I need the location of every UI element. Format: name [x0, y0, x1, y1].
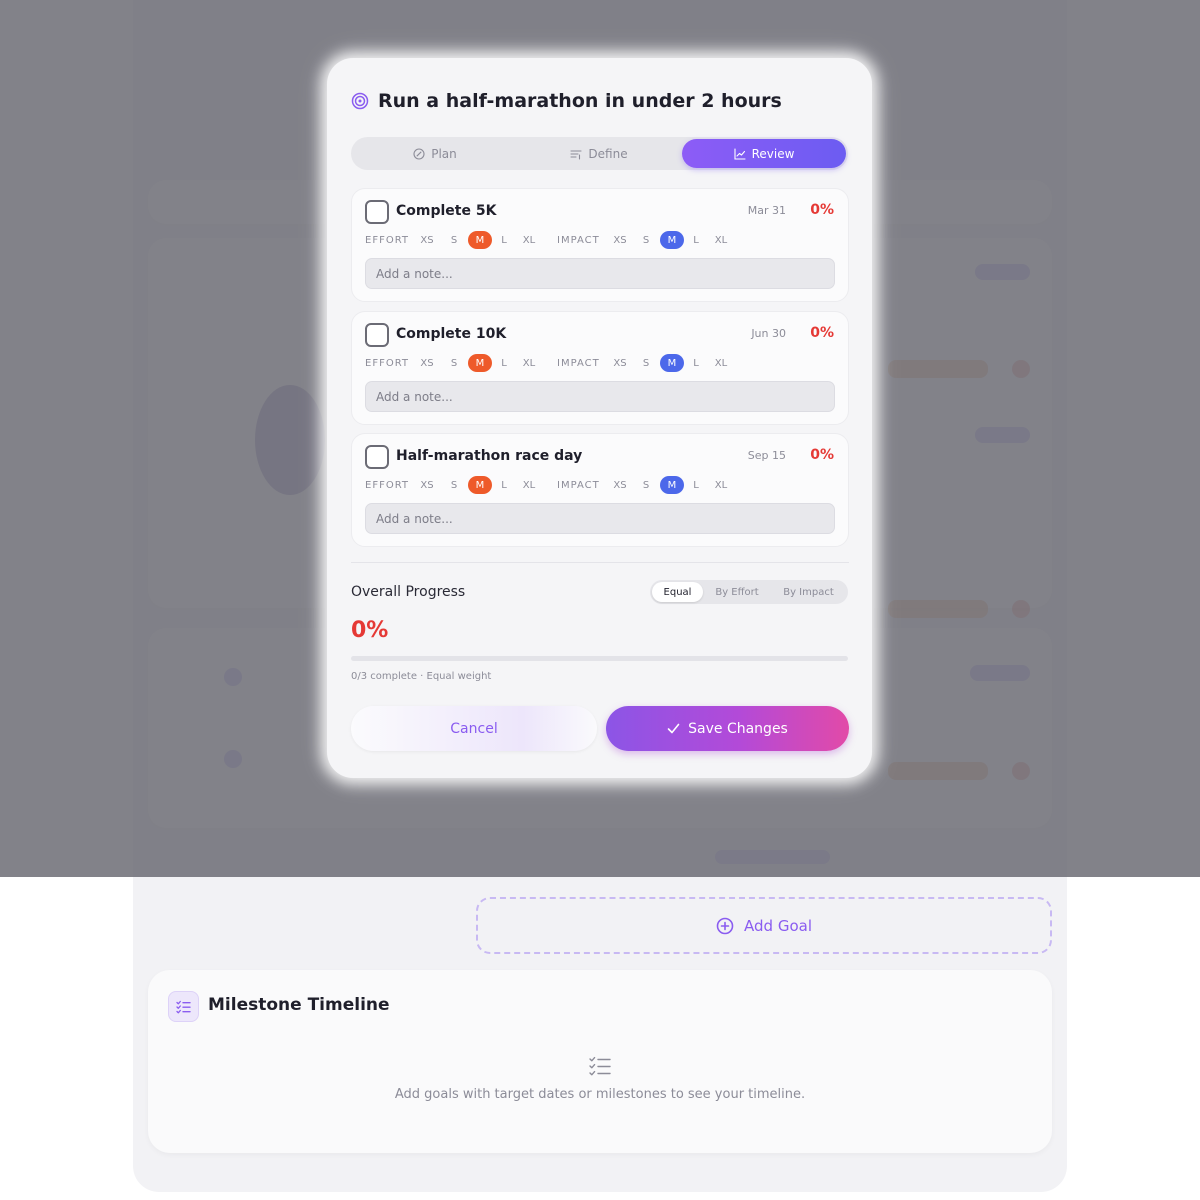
impact-option-xs[interactable]: XS — [608, 354, 632, 372]
goal-card: Complete 10K Jun 30 0% EFFORT XS S M L X… — [351, 311, 849, 425]
timeline-title: Milestone Timeline — [208, 995, 390, 1015]
overall-progress-value: 0% — [351, 618, 389, 643]
weight-mode-toggle: Equal By Effort By Impact — [650, 580, 848, 604]
tab-plan[interactable]: Plan — [353, 139, 517, 168]
weight-mode-equal[interactable]: Equal — [652, 582, 703, 602]
size-row: EFFORT XS S M L XL IMPACT XS S M L XL — [365, 231, 835, 249]
goal-review-modal: Run a half-marathon in under 2 hours Pla… — [327, 58, 872, 778]
goal-card: Complete 5K Mar 31 0% EFFORT XS S M L XL… — [351, 188, 849, 302]
goal-percent: 0% — [810, 202, 834, 218]
size-row: EFFORT XS S M L XL IMPACT XS S M L XL — [365, 354, 835, 372]
add-goal-label: Add Goal — [744, 916, 812, 935]
effort-option-m[interactable]: M — [468, 231, 492, 249]
plus-circle-icon — [716, 917, 734, 934]
goal-date: Sep 15 — [747, 449, 786, 462]
progress-bar — [351, 656, 848, 661]
effort-option-s[interactable]: S — [442, 231, 466, 249]
add-goal-button[interactable]: Add Goal — [476, 897, 1052, 954]
overall-progress-label: Overall Progress — [351, 584, 466, 600]
weight-mode-by-effort[interactable]: By Effort — [705, 582, 769, 602]
effort-label: EFFORT — [365, 358, 410, 369]
goal-checkbox[interactable] — [365, 323, 389, 347]
effort-option-xl[interactable]: XL — [517, 476, 541, 494]
impact-option-xl[interactable]: XL — [709, 354, 733, 372]
goal-checkbox[interactable] — [365, 200, 389, 224]
impact-option-m[interactable]: M — [660, 476, 684, 494]
checklist-empty-icon — [589, 1056, 611, 1076]
impact-option-s[interactable]: S — [634, 476, 658, 494]
effort-option-xl[interactable]: XL — [517, 231, 541, 249]
effort-label: EFFORT — [365, 235, 410, 246]
impact-option-s[interactable]: S — [634, 354, 658, 372]
goal-date: Mar 31 — [747, 204, 786, 217]
save-changes-label: Save Changes — [688, 720, 788, 737]
impact-option-xs[interactable]: XS — [608, 476, 632, 494]
impact-option-m[interactable]: M — [660, 354, 684, 372]
size-row: EFFORT XS S M L XL IMPACT XS S M L XL — [365, 476, 835, 494]
impact-label: IMPACT — [557, 358, 600, 369]
impact-option-l[interactable]: L — [684, 231, 708, 249]
effort-option-l[interactable]: L — [492, 354, 516, 372]
goal-note-input[interactable] — [365, 503, 835, 534]
goal-name: Complete 5K — [396, 203, 497, 219]
effort-label: EFFORT — [365, 480, 410, 491]
impact-label: IMPACT — [557, 235, 600, 246]
tab-review[interactable]: Review — [682, 139, 846, 168]
impact-option-xs[interactable]: XS — [608, 231, 632, 249]
effort-option-l[interactable]: L — [492, 476, 516, 494]
checklist-icon — [168, 991, 199, 1022]
tab-define[interactable]: Define — [517, 139, 681, 168]
list-filter-icon — [570, 149, 582, 160]
tab-plan-label: Plan — [431, 146, 457, 161]
cancel-button[interactable]: Cancel — [351, 706, 597, 751]
effort-option-s[interactable]: S — [442, 354, 466, 372]
impact-option-l[interactable]: L — [684, 354, 708, 372]
goal-name: Half-marathon race day — [396, 448, 583, 464]
weight-mode-by-impact[interactable]: By Impact — [771, 582, 846, 602]
impact-option-m[interactable]: M — [660, 231, 684, 249]
effort-option-xl[interactable]: XL — [517, 354, 541, 372]
goal-card: Half-marathon race day Sep 15 0% EFFORT … — [351, 433, 849, 547]
divider — [351, 562, 849, 563]
goal-note-input[interactable] — [365, 381, 835, 412]
effort-option-m[interactable]: M — [468, 354, 492, 372]
effort-option-m[interactable]: M — [468, 476, 492, 494]
tab-review-label: Review — [751, 146, 795, 161]
modal-title: Run a half-marathon in under 2 hours — [378, 90, 782, 112]
save-changes-button[interactable]: Save Changes — [606, 706, 849, 751]
effort-option-xs[interactable]: XS — [415, 231, 439, 249]
milestone-timeline-card: Milestone Timeline Add goals with target… — [148, 970, 1052, 1153]
effort-option-s[interactable]: S — [442, 476, 466, 494]
mode-tabs: Plan Define Review — [351, 137, 848, 170]
effort-option-xs[interactable]: XS — [415, 476, 439, 494]
goal-date: Jun 30 — [751, 327, 786, 340]
timeline-empty-message: Add goals with target dates or milestone… — [394, 1087, 806, 1102]
chart-line-icon — [734, 147, 746, 160]
progress-summary: 0/3 complete · Equal weight — [351, 671, 492, 682]
goal-name: Complete 10K — [396, 326, 507, 342]
impact-option-xl[interactable]: XL — [709, 476, 733, 494]
compass-icon — [413, 147, 425, 160]
goal-percent: 0% — [810, 447, 834, 463]
effort-option-xs[interactable]: XS — [415, 354, 439, 372]
goal-checkbox[interactable] — [365, 445, 389, 469]
goal-percent: 0% — [810, 325, 834, 341]
impact-option-xl[interactable]: XL — [709, 231, 733, 249]
target-icon — [351, 92, 369, 110]
goal-note-input[interactable] — [365, 258, 835, 289]
effort-option-l[interactable]: L — [492, 231, 516, 249]
impact-option-s[interactable]: S — [634, 231, 658, 249]
impact-option-l[interactable]: L — [684, 476, 708, 494]
check-icon — [667, 723, 680, 734]
impact-label: IMPACT — [557, 480, 600, 491]
tab-define-label: Define — [588, 146, 628, 161]
